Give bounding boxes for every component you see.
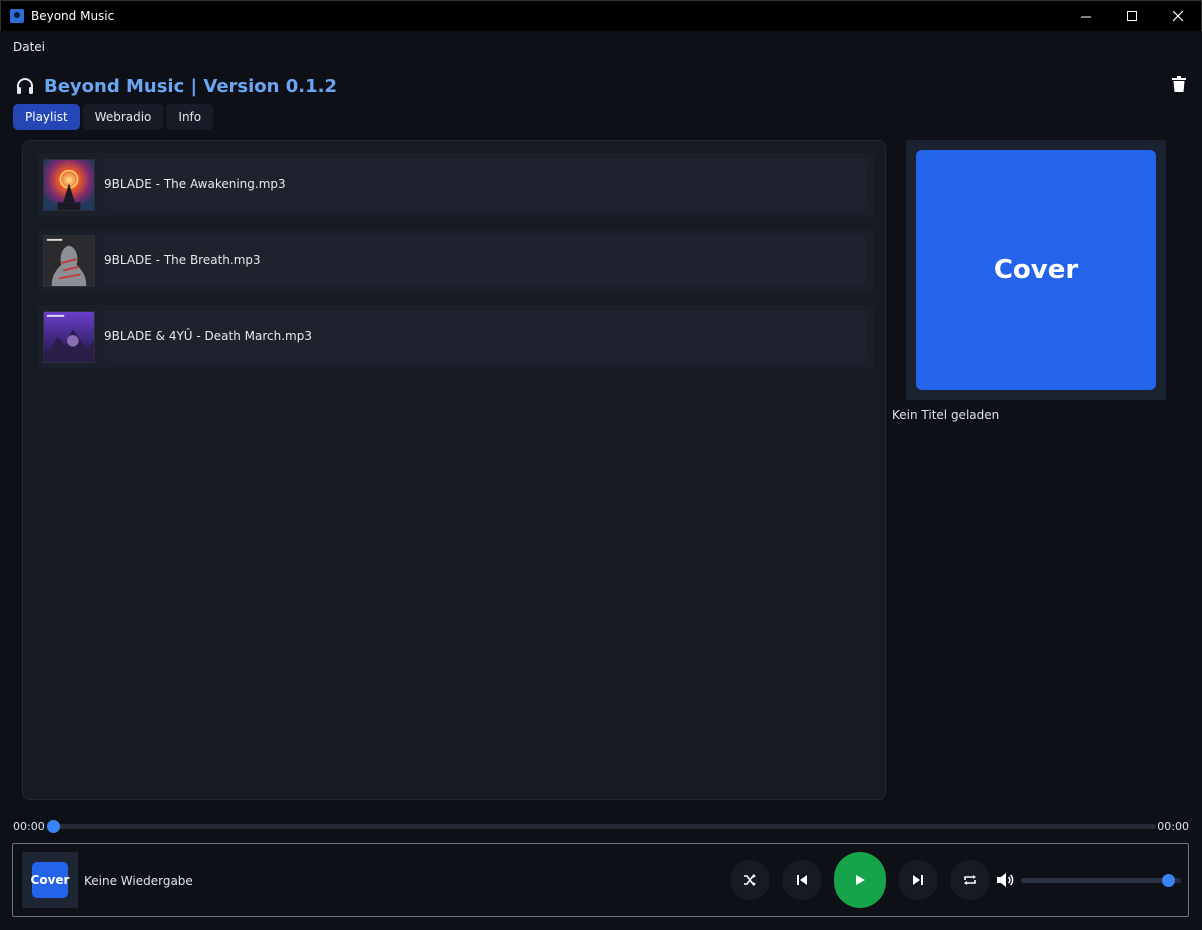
playlist-panel: 9BLADE - The Awakening.mp3 9BLADE - The …: [22, 140, 886, 800]
mini-cover: Cover: [31, 862, 69, 898]
track-cover-image: [43, 311, 95, 363]
volume-slider[interactable]: [1021, 874, 1181, 887]
playlist-item[interactable]: 9BLADE - The Breath.mp3: [37, 229, 874, 293]
previous-button[interactable]: [782, 860, 822, 900]
track-cover-image: [43, 235, 95, 287]
play-button[interactable]: [834, 852, 886, 908]
close-icon: [1172, 10, 1183, 21]
window-controls: [1063, 1, 1201, 31]
window-title: Beyond Music: [31, 9, 115, 23]
app-icon: [10, 9, 24, 23]
now-playing-title: Kein Titel geladen: [892, 408, 1000, 422]
playlist-item[interactable]: 9BLADE - The Awakening.mp3: [37, 153, 874, 217]
progress-handle[interactable]: [47, 820, 60, 833]
track-name: 9BLADE & 4YÛ - Death March.mp3: [104, 329, 312, 343]
repeat-button[interactable]: [950, 860, 990, 900]
current-time: 00:00: [13, 820, 45, 833]
trash-icon[interactable]: [1172, 76, 1186, 92]
next-button[interactable]: [898, 860, 938, 900]
next-icon: [913, 875, 923, 885]
tab-playlist[interactable]: Playlist: [13, 104, 80, 130]
play-icon: [856, 875, 865, 885]
cover-frame: Cover: [906, 140, 1166, 400]
volume-handle[interactable]: [1162, 874, 1176, 887]
playback-status: Keine Wiedergabe: [84, 874, 193, 888]
menu-item-datei[interactable]: Datei: [13, 40, 45, 54]
album-cover: Cover: [916, 150, 1156, 390]
maximize-icon: [1126, 10, 1137, 21]
maximize-button[interactable]: [1109, 1, 1155, 31]
window-titlebar: Beyond Music: [0, 0, 1202, 31]
mini-cover-frame: Cover: [22, 852, 78, 908]
tab-info[interactable]: Info: [166, 104, 214, 130]
total-time: 00:00: [1157, 820, 1189, 833]
shuffle-button[interactable]: [730, 860, 770, 900]
previous-icon: [797, 875, 807, 885]
tab-bar: Playlist Webradio Info: [13, 104, 214, 130]
minimize-icon: [1080, 16, 1091, 17]
volume-fill: [1021, 878, 1169, 883]
track-name: 9BLADE - The Awakening.mp3: [104, 177, 286, 191]
track-cover-image: [43, 159, 95, 211]
tab-webradio[interactable]: Webradio: [82, 104, 164, 130]
minimize-button[interactable]: [1063, 1, 1109, 31]
menu-bar: Datei: [0, 31, 1202, 62]
app-header: Beyond Music | Version 0.1.2: [15, 74, 337, 98]
track-name: 9BLADE - The Breath.mp3: [104, 253, 261, 267]
playlist-item[interactable]: 9BLADE & 4YÛ - Death March.mp3: [37, 305, 874, 369]
headphones-icon: [17, 78, 33, 94]
player-bar: Cover Keine Wiedergabe: [12, 843, 1189, 917]
volume-icon[interactable]: [996, 872, 1014, 888]
shuffle-icon: [744, 874, 756, 886]
close-button[interactable]: [1155, 1, 1201, 31]
progress-slider[interactable]: [47, 820, 1156, 833]
page-title: Beyond Music | Version 0.1.2: [44, 75, 337, 97]
repeat-icon: [964, 875, 976, 885]
